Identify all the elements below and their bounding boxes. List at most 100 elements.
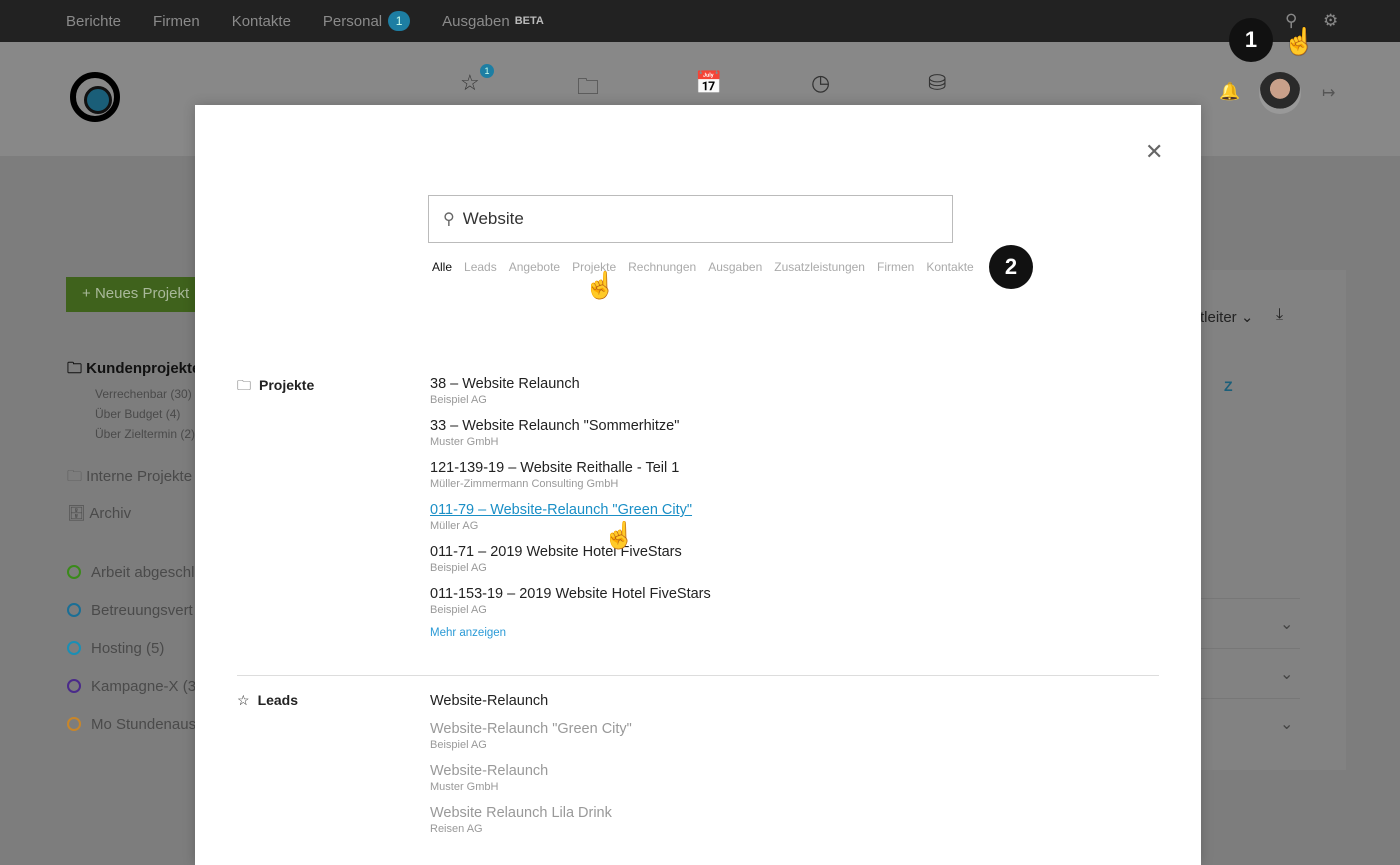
personal-badge: 1 — [388, 11, 411, 31]
folder-icon: 🗀 — [237, 377, 251, 393]
projekte-results: 38 – Website Relaunch Beispiel AG 33 – We… — [430, 375, 711, 639]
new-project-button[interactable]: + Neues Projekt — [66, 277, 206, 312]
circle-icon — [67, 717, 81, 731]
database-icon[interactable]: ⛁ — [928, 70, 946, 96]
leads-results: Website-Relaunch Website-Relaunch "Green… — [430, 692, 632, 846]
download-icon[interactable]: ⤓ — [1276, 306, 1283, 324]
result-title: 011-153-19 – 2019 Website Hotel FiveStar… — [430, 586, 711, 602]
result-title: 011-71 – 2019 Website Hotel FiveStars — [430, 544, 682, 560]
result-item[interactable]: Website Relaunch Lila Drink Reisen AG — [430, 804, 632, 836]
result-item[interactable]: 011-153-19 – 2019 Website Hotel FiveStar… — [430, 585, 711, 617]
intern-label: Interne Projekte — [86, 468, 193, 485]
result-item-hovered[interactable]: 011-79 – Website-Relaunch "Green City" Mü… — [430, 501, 711, 533]
chevron-down-icon[interactable]: ⌄ — [1280, 664, 1293, 684]
top-nav: Berichte Firmen Kontakte Personal 1 Ausga… — [0, 0, 1400, 42]
nav-kontakte[interactable]: Kontakte — [232, 13, 291, 30]
nav-personal-label: Personal — [322, 12, 383, 30]
result-title: Website Relaunch Lila Drink — [430, 805, 612, 821]
sidebar-sub-verrechenbar[interactable]: Verrechenbar (30) — [95, 387, 192, 401]
nav-firmen[interactable]: Firmen — [153, 13, 200, 30]
star-icon: ☆ — [237, 692, 250, 708]
logout-icon[interactable]: ↦ — [1322, 83, 1335, 103]
filter-zusatzleistungen[interactable]: Zusatzleistungen — [774, 260, 865, 274]
sidebar-tag[interactable]: Mo Stundenaus — [67, 716, 196, 733]
search-modal: ✕ ⚲ Alle Leads Angebote Projekte Rechnun… — [195, 105, 1201, 865]
result-item[interactable]: Website-Relaunch "Green City" Beispiel AG — [430, 720, 632, 752]
result-sub: Beispiel AG — [430, 394, 487, 406]
result-title: 38 – Website Relaunch — [430, 376, 580, 392]
star-icon[interactable]: ☆ 1 — [460, 64, 494, 96]
result-item[interactable]: Website-Relaunch Muster GmbH — [430, 762, 632, 794]
chevron-down-icon[interactable]: ⌄ — [1280, 714, 1293, 734]
letter-link[interactable]: Z — [1224, 378, 1233, 394]
gear-icon[interactable]: ⚙ — [1323, 11, 1338, 31]
archiv-label: Archiv — [89, 505, 132, 522]
sidebar-item-archiv[interactable]: 🗄 Archiv — [67, 504, 131, 522]
result-title: 33 – Website Relaunch "Sommerhitze" — [430, 418, 680, 434]
nav-berichte[interactable]: Berichte — [66, 13, 121, 30]
sidebar-tag[interactable]: Hosting (5) — [67, 640, 164, 657]
result-sub: Muster GmbH — [430, 436, 499, 448]
filter-rechnungen[interactable]: Rechnungen — [628, 260, 696, 274]
nav-ausgaben-label: Ausgaben — [442, 12, 510, 30]
sidebar-item-intern[interactable]: 🗀 Interne Projekte — [67, 466, 192, 491]
circle-icon — [67, 679, 81, 693]
section-label: Projekte — [259, 377, 315, 393]
sidebar-tag[interactable]: Arbeit abgeschl — [67, 564, 194, 581]
sidebar-item-kundenprojekte[interactable]: 🗀 Kundenprojekte — [67, 358, 200, 383]
folder-icon[interactable]: 🗀 — [577, 70, 599, 108]
sidebar-tag[interactable]: Kampagne-X (3 — [67, 678, 196, 695]
result-item[interactable]: 33 – Website Relaunch "Sommerhitze" Muste… — [430, 417, 711, 449]
filter-angebote[interactable]: Angebote — [509, 260, 560, 274]
circle-icon — [67, 565, 81, 579]
hand-cursor-icon: ☝ — [584, 270, 617, 300]
result-title: Website-Relaunch — [430, 763, 549, 779]
search-filters: Alle Leads Angebote Projekte Rechnungen … — [432, 260, 986, 274]
bell-icon[interactable]: 🔔 — [1219, 82, 1240, 102]
result-title: 121-139-19 – Website Reithalle - Teil 1 — [430, 460, 680, 476]
avatar[interactable] — [1259, 72, 1301, 114]
result-sub: Müller AG — [430, 520, 479, 532]
section-label: Leads — [257, 692, 299, 708]
sidebar-sub-zieltermin[interactable]: Über Zieltermin (2) — [95, 427, 195, 441]
nav-ausgaben[interactable]: Ausgaben BETA — [442, 13, 544, 30]
result-sub: Müller-Zimmermann Consulting GmbH — [430, 478, 619, 490]
filter-leads[interactable]: Leads — [464, 260, 497, 274]
search-input[interactable] — [462, 209, 903, 229]
result-item[interactable]: 38 – Website Relaunch Beispiel AG — [430, 375, 711, 407]
step-marker-2: 2 — [989, 245, 1033, 289]
result-sub: Beispiel AG — [430, 562, 487, 574]
filter-ausgaben[interactable]: Ausgaben — [708, 260, 762, 274]
close-icon[interactable]: ✕ — [1145, 139, 1163, 165]
section-projekte: 🗀 Projekte — [237, 375, 314, 399]
projektleiter-dropdown[interactable]: tleiter ⌄ — [1200, 308, 1253, 326]
section-leads: ☆ Leads — [237, 692, 298, 709]
sidebar-sub-budget[interactable]: Über Budget (4) — [95, 407, 180, 421]
filter-kontakte[interactable]: Kontakte — [926, 260, 973, 274]
search-field[interactable]: ⚲ — [428, 195, 953, 243]
logo[interactable] — [70, 72, 120, 122]
calendar-icon[interactable]: 📅 — [695, 70, 722, 96]
step-marker-1: 1 — [1229, 18, 1273, 62]
tag-label: Kampagne-X (3 — [91, 678, 197, 695]
result-title: Website-Relaunch — [430, 693, 549, 709]
chevron-down-icon[interactable]: ⌄ — [1280, 614, 1293, 634]
result-item[interactable]: 121-139-19 – Website Reithalle - Teil 1 M… — [430, 459, 711, 491]
hand-cursor-icon: ☝ — [1283, 26, 1316, 56]
divider — [237, 675, 1159, 676]
nav-personal[interactable]: Personal 1 — [322, 11, 411, 31]
filter-firmen[interactable]: Firmen — [877, 260, 914, 274]
favorites-badge: 1 — [480, 64, 494, 78]
hand-cursor-icon: ☝ — [603, 520, 636, 550]
tag-label: Arbeit abgeschl — [91, 564, 195, 581]
result-title: 011-79 – Website-Relaunch "Green City" — [430, 502, 693, 518]
result-item[interactable]: 011-71 – 2019 Website Hotel FiveStars Bei… — [430, 543, 711, 575]
show-more-link[interactable]: Mehr anzeigen — [430, 627, 711, 639]
dropdown-label: tleiter — [1200, 309, 1237, 326]
clock-icon[interactable]: ◷ — [811, 70, 830, 96]
filter-alle[interactable]: Alle — [432, 260, 452, 274]
result-sub: Beispiel AG — [430, 739, 487, 751]
sidebar-tag[interactable]: Betreuungsvert — [67, 602, 193, 619]
result-sub: Beispiel AG — [430, 604, 487, 616]
result-item[interactable]: Website-Relaunch — [430, 692, 632, 710]
